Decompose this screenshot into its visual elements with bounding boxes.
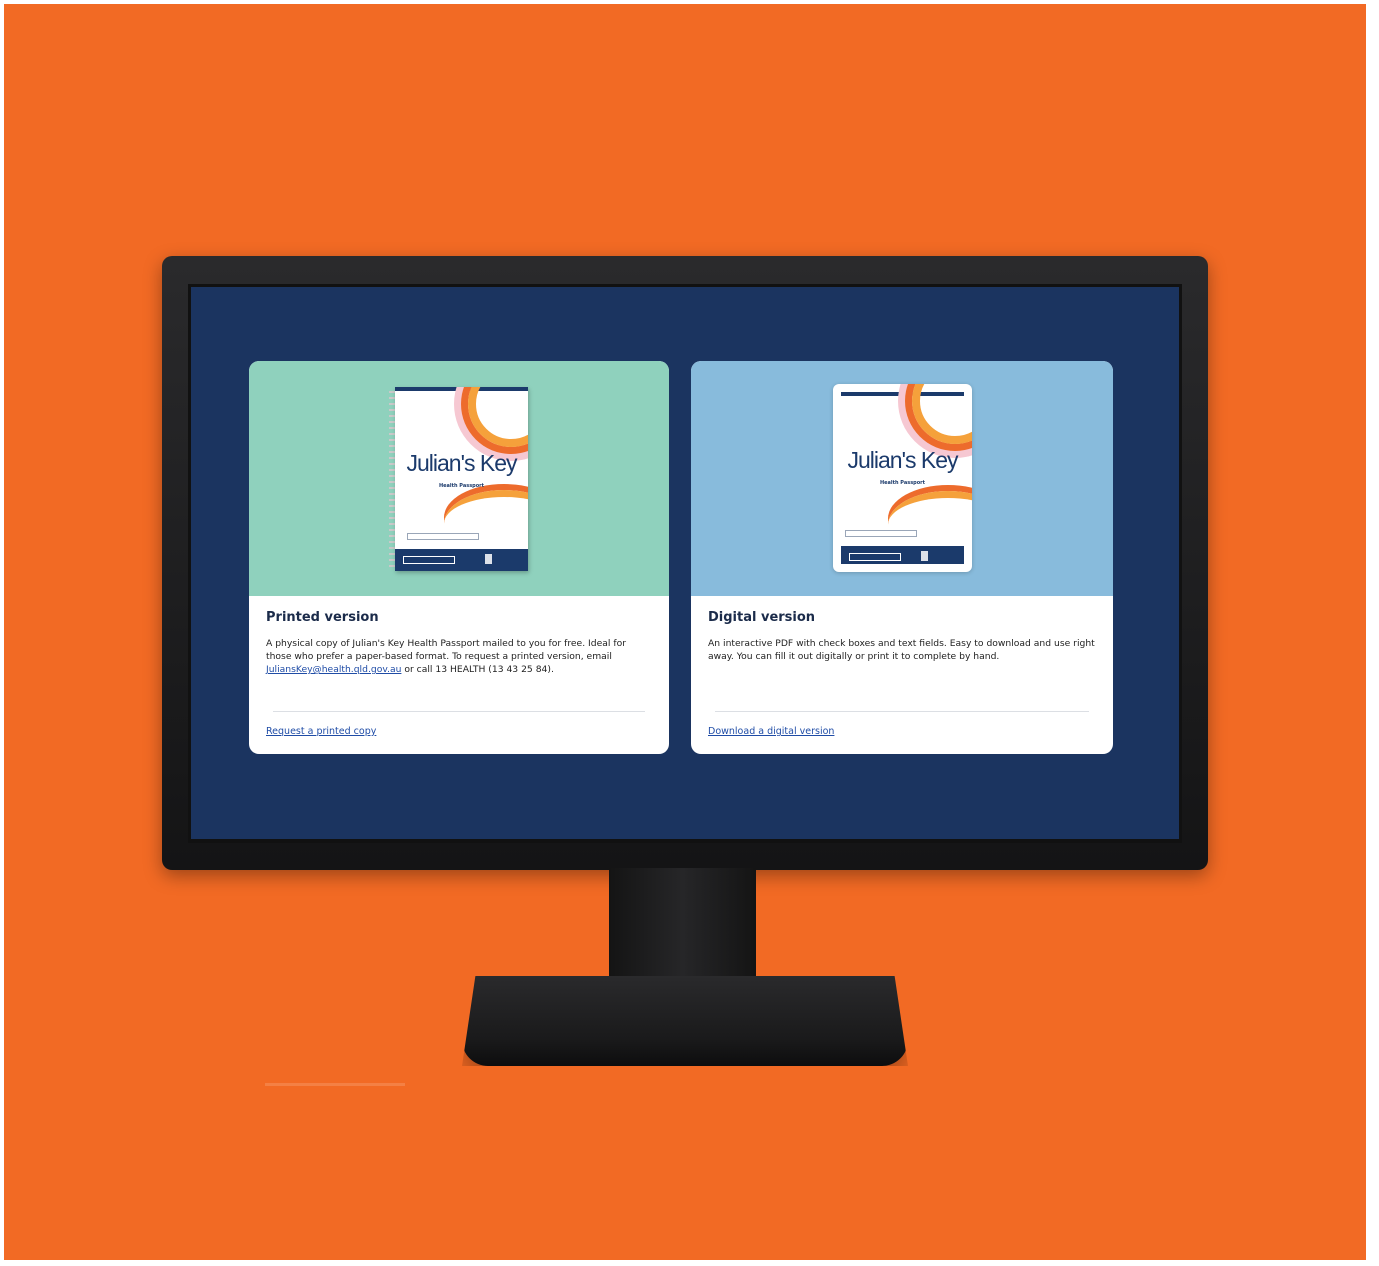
card-divider	[273, 711, 645, 712]
printed-version-card: Julian's Key Health Passport Printed ver…	[249, 361, 669, 754]
queensland-crest-icon	[921, 551, 954, 561]
card-divider	[715, 711, 1089, 712]
booklet-footer	[841, 546, 964, 564]
queensland-crest-icon	[485, 554, 518, 564]
monitor-stand-base	[462, 976, 908, 1066]
digital-version-heading: Digital version	[708, 610, 816, 625]
booklet-title: Julian's Key	[847, 447, 958, 473]
arc-decoration-bottom	[444, 490, 528, 557]
request-printed-copy-link[interactable]: Request a printed copy	[266, 726, 376, 737]
digital-booklet-cover-image: Julian's Key Health Passport	[833, 384, 972, 572]
printed-version-heading: Printed version	[266, 610, 379, 625]
printed-version-description: A physical copy of Julian's Key Health P…	[266, 638, 626, 675]
printed-booklet-cover-image: Julian's Key Health Passport	[395, 387, 528, 571]
digital-card-hero: Julian's Key Health Passport	[691, 361, 1113, 596]
booklet-title: Julian's Key	[406, 450, 517, 476]
arc-decoration	[912, 384, 972, 444]
booklet-footer	[395, 549, 528, 571]
download-digital-version-link[interactable]: Download a digital version	[708, 726, 834, 737]
arc-decoration	[468, 387, 528, 447]
printed-card-hero: Julian's Key Health Passport	[249, 361, 669, 596]
booklet-subtitle: Health Passport	[879, 480, 926, 486]
booklet-subtitle: Health Passport	[438, 483, 485, 489]
booklet-name-box	[845, 530, 917, 537]
floor-reflection	[265, 1083, 405, 1086]
digital-version-card: Julian's Key Health Passport Digital ver…	[691, 361, 1113, 754]
booklet-name-box	[407, 533, 479, 540]
email-link[interactable]: JuliansKey@health.qld.gov.au	[266, 664, 401, 675]
digital-version-description: An interactive PDF with check boxes and …	[708, 638, 1095, 662]
